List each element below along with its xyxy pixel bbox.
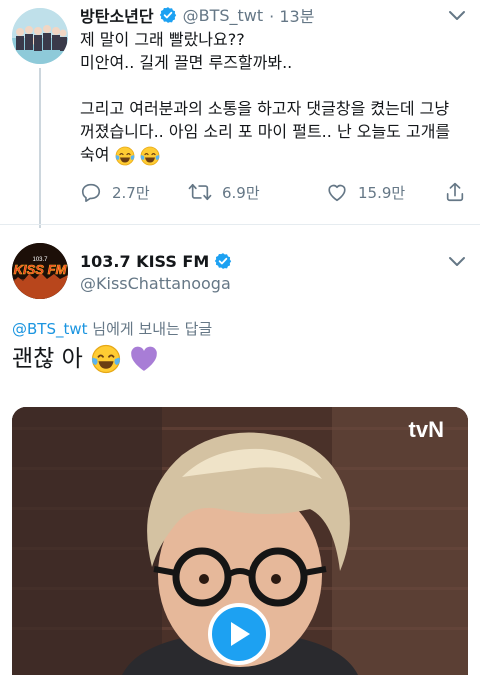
reply-icon <box>81 183 101 202</box>
svg-text:103.7: 103.7 <box>32 257 48 263</box>
tweet-header: 방탄소년단 @BTS_twt · 13분 <box>80 3 314 27</box>
tweet-time[interactable]: · 13분 <box>269 3 314 27</box>
video-media[interactable]: tvN <box>12 407 468 675</box>
avatar[interactable]: KISS FM 103.7 <box>12 243 68 299</box>
video-watermark: tvN <box>408 417 444 442</box>
tweet-actions: 2.7만 6.9만 15.9만 <box>80 178 472 206</box>
replying-to: @BTS_twt 님에게 보내는 답글 <box>12 318 212 339</box>
tears-of-joy-emoji <box>115 146 134 165</box>
thread-line <box>39 68 41 228</box>
tweet-text-content: 괜찮 아 <box>12 346 83 372</box>
chevron-down-icon[interactable] <box>448 256 466 268</box>
replying-to-text: 님에게 보내는 답글 <box>87 320 213 338</box>
verified-badge-icon <box>215 253 232 269</box>
avatar[interactable] <box>12 8 68 64</box>
verified-badge-icon <box>159 7 176 23</box>
chevron-down-icon[interactable] <box>448 10 466 22</box>
tweet-line: 숙여 <box>80 145 110 164</box>
author-handle[interactable]: @BTS_twt <box>183 6 264 25</box>
retweet-button[interactable]: 6.9만 <box>188 178 260 206</box>
tweet-line: 제 말이 그래 빨랐나요?? <box>80 30 245 49</box>
share-icon <box>446 182 464 202</box>
author-name[interactable]: 방탄소년단 <box>80 3 154 27</box>
retweet-count: 6.9만 <box>222 183 260 202</box>
mention-link[interactable]: @BTS_twt <box>12 320 88 338</box>
author-name[interactable]: 103.7 KISS FM <box>80 252 209 271</box>
tweet-header: 103.7 KISS FM <box>80 250 232 272</box>
tears-of-joy-emoji <box>140 146 160 165</box>
tweet-line: 그리고 여러분과의 소통을 하고자 댓글창을 켰는데 그냥 <box>80 99 450 118</box>
like-icon <box>328 184 346 202</box>
tweet-text: 제 말이 그래 빨랐나요?? 미안여.. 길게 끌면 루즈할까봐.. 그리고 여… <box>80 28 472 166</box>
play-icon <box>231 622 250 646</box>
share-button[interactable] <box>444 178 466 206</box>
reply-button[interactable]: 2.7만 <box>80 178 150 206</box>
logo-text: KISS FM <box>14 262 68 277</box>
tweet-line-last: 숙여 <box>80 143 472 166</box>
author-handle[interactable]: @KissChattanooga <box>80 274 231 293</box>
tweet-line: 꺼졌습니다.. 아임 소리 포 마이 펄트.. 난 오늘도 고개를 <box>80 122 451 141</box>
reply-count: 2.7만 <box>112 183 150 202</box>
tweet-line: 미안여.. 길게 끌면 루즈할까봐.. <box>80 53 293 72</box>
retweet-icon <box>188 183 212 201</box>
tears-of-joy-emoji <box>91 344 120 374</box>
like-button[interactable]: 15.9만 <box>326 178 405 206</box>
tweet-text: 괜찮 아 <box>12 341 159 377</box>
tweet-divider <box>0 224 480 225</box>
tweet-bts[interactable]: 방탄소년단 @BTS_twt · 13분 제 말이 그래 빨랐나요?? 미안여.… <box>0 0 480 228</box>
play-button[interactable] <box>208 603 270 665</box>
purple-heart-emoji <box>130 346 157 371</box>
like-count: 15.9만 <box>358 183 406 202</box>
